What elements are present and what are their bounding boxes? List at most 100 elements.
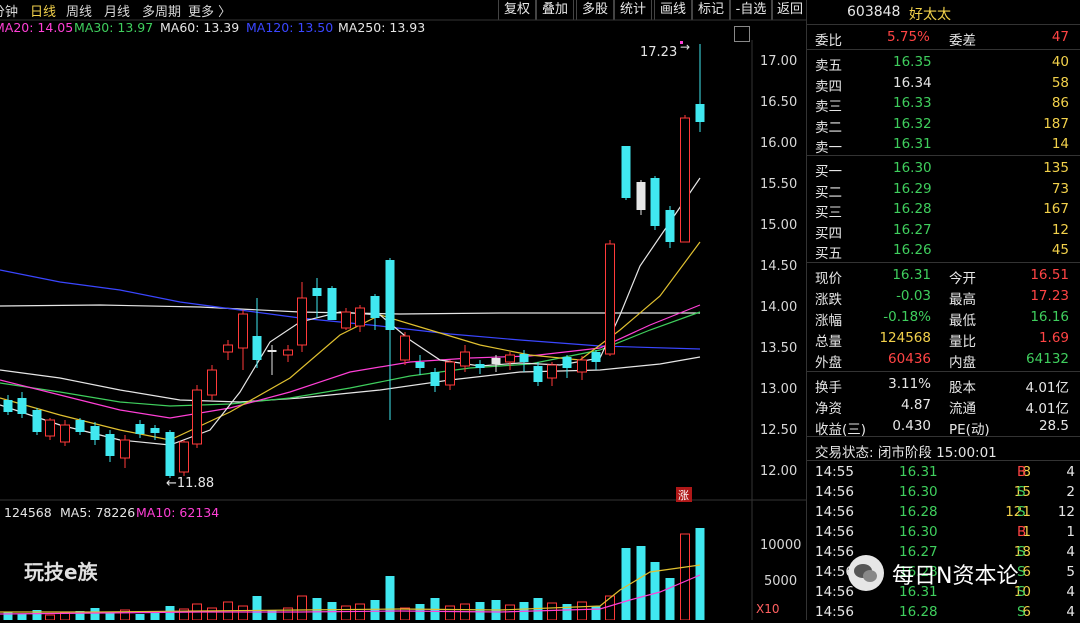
volume-tick: 10000 <box>760 538 802 553</box>
ask-volume: 58 <box>1051 74 1069 91</box>
quote-row: 总量 124568 量比 1.69 <box>807 328 1080 350</box>
tick-side: S <box>1017 604 1026 620</box>
ask-label: 卖二 <box>815 119 842 136</box>
quote-value: 16.51 <box>1030 267 1069 283</box>
quote-label: 最高 <box>949 292 976 308</box>
quote-label: 今开 <box>949 271 976 287</box>
stats-row: 换手 3.11% 股本 4.01亿 <box>807 374 1080 396</box>
stats-value: 4.01亿 <box>1025 401 1069 417</box>
bid-volume: 12 <box>1051 221 1069 238</box>
quote-value: 60436 <box>888 351 931 367</box>
quote-value: 64132 <box>1026 351 1069 367</box>
bid-price: 16.27 <box>893 221 932 238</box>
tick-row: 14:56 16.28 121 S 12 <box>807 502 1080 523</box>
ask-volume: 187 <box>1043 115 1069 132</box>
quote-label: 现价 <box>815 271 842 287</box>
ask-price: 16.35 <box>893 54 932 70</box>
ask-label: 卖四 <box>815 78 842 95</box>
quote-value: 16.16 <box>1030 309 1069 325</box>
tick-count: 2 <box>1066 484 1075 500</box>
bid-volume: 167 <box>1043 201 1069 217</box>
quote-value: -0.03 <box>896 288 931 304</box>
tick-time: 14:56 <box>815 524 854 540</box>
quote-value: 1.69 <box>1038 330 1069 346</box>
wechat-icon <box>848 555 884 591</box>
tick-side: B <box>1017 464 1027 480</box>
ask-row[interactable]: 卖五 16.35 40 <box>807 52 1080 74</box>
ask-row[interactable]: 卖三 16.33 86 <box>807 93 1080 115</box>
bid-row[interactable]: 买五 16.26 45 <box>807 240 1080 262</box>
volume-axis: 10000 5000 X10 <box>0 0 806 620</box>
bid-label: 买二 <box>815 184 842 201</box>
ask-label: 卖三 <box>815 99 842 115</box>
tick-side: S <box>1017 484 1026 500</box>
stats-row: 净资 4.87 流通 4.01亿 <box>807 395 1080 417</box>
stats-value: 4.87 <box>900 397 931 413</box>
tick-row: 14:56 16.30 15 S 2 <box>807 482 1080 503</box>
bid-row[interactable]: 买一 16.30 135 <box>807 158 1080 180</box>
quote-value: 16.31 <box>892 267 931 283</box>
ask-price: 16.32 <box>893 115 932 132</box>
bid-label: 买五 <box>815 246 842 262</box>
tick-time: 14:56 <box>815 484 854 500</box>
quote-label: 总量 <box>815 334 842 350</box>
tick-count: 4 <box>1066 604 1075 620</box>
tick-count: 12 <box>1057 504 1075 520</box>
tick-count: 4 <box>1066 464 1075 480</box>
quote-value: 124568 <box>879 330 931 346</box>
tick-price: 16.28 <box>899 504 938 520</box>
ask-volume: 86 <box>1051 95 1069 111</box>
ask-volume: 40 <box>1051 54 1069 70</box>
tick-count: 1 <box>1066 524 1075 540</box>
tick-time: 14:56 <box>815 504 854 520</box>
bid-row[interactable]: 买四 16.27 12 <box>807 220 1080 242</box>
bid-row[interactable]: 买三 16.28 167 <box>807 199 1080 221</box>
bid-volume: 45 <box>1051 242 1069 258</box>
tick-price: 16.28 <box>899 604 938 620</box>
bid-row[interactable]: 买二 16.29 73 <box>807 179 1080 201</box>
bid-label: 买三 <box>815 205 842 221</box>
quote-value: -0.18% <box>883 309 931 325</box>
quote-row: 现价 16.31 今开 16.51 <box>807 265 1080 287</box>
stats-value: 0.430 <box>892 418 931 434</box>
stats-label: 流通 <box>949 401 976 417</box>
quote-row: 涨跌 -0.03 最高 17.23 <box>807 286 1080 308</box>
stats-label: 股本 <box>949 380 976 396</box>
bid-price: 16.30 <box>893 160 932 176</box>
ask-row[interactable]: 卖四 16.34 58 <box>807 73 1080 95</box>
volume-tick: 5000 <box>764 574 798 589</box>
bid-label: 买一 <box>815 164 842 180</box>
stats-value: 3.11% <box>888 376 931 392</box>
bid-volume: 73 <box>1051 180 1069 197</box>
quote-label: 量比 <box>949 334 976 350</box>
quote-row: 涨幅 -0.18% 最低 16.16 <box>807 307 1080 329</box>
bid-volume: 135 <box>1043 160 1069 176</box>
quote-value: 17.23 <box>1030 288 1069 304</box>
stats-value: 28.5 <box>1038 418 1069 434</box>
quote-label: 内盘 <box>949 355 976 371</box>
ask-row[interactable]: 卖一 16.31 14 <box>807 134 1080 156</box>
volume-multiplier: X10 <box>756 602 780 616</box>
quote-label: 外盘 <box>815 355 842 371</box>
tick-side: B <box>1017 524 1027 540</box>
stats-label: 换手 <box>815 380 842 396</box>
watermark-left: 玩技e族 <box>24 560 98 584</box>
tick-count: 4 <box>1066 584 1075 600</box>
tick-row: 14:56 16.30 1 B 1 <box>807 522 1080 543</box>
stock-name: 好太太 <box>909 7 951 23</box>
ask-price: 16.34 <box>893 74 932 91</box>
tick-side: S <box>1017 504 1026 520</box>
bid-label: 买四 <box>815 225 842 242</box>
ask-label: 卖五 <box>815 58 842 74</box>
stats-row: 收益(三) 0.430 PE(动) 28.5 <box>807 416 1080 438</box>
wc-label: 委差 <box>949 33 976 49</box>
tick-price: 16.30 <box>899 524 938 540</box>
stats-label: 净资 <box>815 401 842 417</box>
ask-price: 16.31 <box>893 136 932 152</box>
tick-price: 16.31 <box>899 464 938 480</box>
quote-label: 最低 <box>949 313 976 329</box>
wb-label: 委比 <box>815 33 842 49</box>
ask-row[interactable]: 卖二 16.32 187 <box>807 114 1080 136</box>
tick-price: 16.30 <box>899 484 938 500</box>
watermark-right: 每日N资本论 <box>892 564 1019 589</box>
